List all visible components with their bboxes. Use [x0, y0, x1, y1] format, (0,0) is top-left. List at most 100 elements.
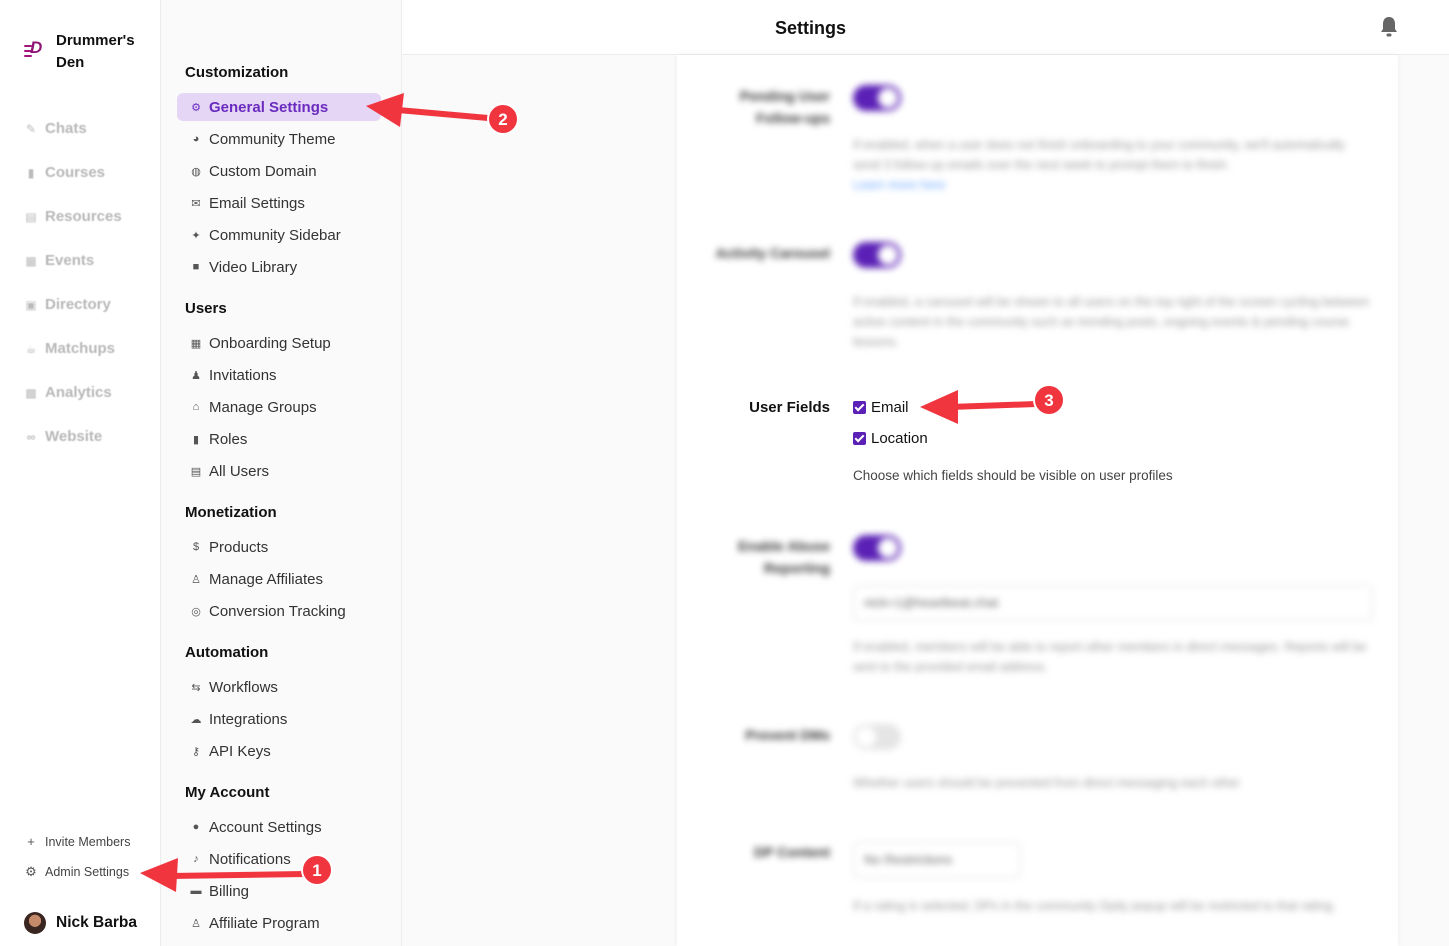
abuse-reporting-label: Enable Abuse Reporting [737, 538, 830, 576]
chart-icon: ▩ [25, 385, 37, 400]
prevent-dms-toggle[interactable] [853, 724, 901, 750]
nav-label: Workflows [209, 678, 278, 696]
prevent-dms-help: Whether users should be prevented from d… [853, 776, 1241, 790]
checkbox-label: Email [871, 399, 909, 416]
abuse-email-input[interactable]: nick+1@heartbeat.chat [853, 585, 1373, 621]
nav-account-settings[interactable]: ● Account Settings [177, 813, 381, 841]
learn-more-link[interactable]: Learn more here [853, 178, 945, 192]
nav-invitations[interactable]: ♟ Invitations [177, 361, 381, 389]
rail-item-chats[interactable]: ✎ Chats [24, 120, 87, 137]
avatar [24, 912, 46, 934]
link-icon: ∞ [26, 429, 36, 444]
nav-label: General Settings [209, 98, 329, 116]
nav-video-library[interactable]: ■ Video Library [177, 253, 381, 281]
brand-logo-icon: D [24, 38, 48, 60]
nav-label: Affiliate Program [209, 914, 320, 932]
nav-integrations[interactable]: ☁ Integrations [177, 705, 381, 733]
gear-icon: ⚙ [191, 101, 201, 114]
handshake-icon: ♙ [191, 917, 201, 930]
palette-icon: ◕ [192, 133, 200, 145]
nav-label: Account Settings [209, 818, 322, 836]
nav-email-settings[interactable]: ✉ Email Settings [177, 189, 381, 217]
rail-item-courses[interactable]: ▮ Courses [24, 164, 105, 181]
nav-custom-domain[interactable]: ◍ Custom Domain [177, 157, 381, 185]
nav-onboarding-setup[interactable]: ▦ Onboarding Setup [177, 329, 381, 357]
nav-general-settings[interactable]: ⚙ General Settings [177, 93, 381, 121]
user-icon: ● [192, 821, 200, 833]
nav-label: Custom Domain [209, 162, 317, 180]
nav-label: API Keys [209, 742, 271, 760]
nav-label: Products [209, 538, 269, 556]
video-icon: ■ [192, 261, 200, 273]
sparkle-icon: ✦ [191, 229, 201, 242]
rail-item-analytics[interactable]: ▩ Analytics [24, 384, 112, 401]
nav-label: Video Library [209, 258, 298, 276]
nav-conversion-tracking[interactable]: ◎ Conversion Tracking [177, 597, 381, 625]
activity-carousel-toggle[interactable] [853, 242, 901, 268]
home-icon: ⌂ [192, 401, 200, 413]
onboarding-icon: ▦ [190, 337, 202, 350]
dollar-icon: $ [192, 541, 200, 553]
user-profile[interactable]: Nick Barba [24, 912, 137, 934]
rail-item-label: Events [45, 252, 95, 269]
rail-item-label: Directory [45, 296, 111, 313]
nav-label: Onboarding Setup [209, 334, 331, 352]
community-rail: D Drummer's Den ✎ Chats ▮ Courses ▤ Reso… [0, 0, 161, 946]
rail-item-events[interactable]: ▦ Events [24, 252, 94, 269]
pencil-icon: ✎ [25, 121, 37, 136]
user-name: Nick Barba [56, 914, 137, 931]
coffee-icon: ☕ [25, 341, 37, 356]
invite-members-button[interactable]: + Invite Members [24, 834, 130, 849]
bell-icon[interactable] [1379, 16, 1399, 38]
nav-community-sidebar[interactable]: ✦ Community Sidebar [177, 221, 381, 249]
nav-api-keys[interactable]: ⚷ API Keys [177, 737, 381, 765]
brand[interactable]: D Drummer's Den [24, 30, 146, 74]
nav-manage-affiliates[interactable]: ♙ Manage Affiliates [177, 565, 381, 593]
nav-label: Billing [209, 882, 250, 900]
bookmark-icon: ▮ [192, 433, 200, 446]
checkbox-checked-icon [853, 432, 866, 445]
gear-icon: ⚙ [25, 864, 37, 879]
section-monetization: Monetization [185, 504, 277, 521]
rail-item-label: Courses [45, 164, 106, 181]
calendar-icon: ▦ [25, 253, 37, 268]
rail-item-matchups[interactable]: ☕ Matchups [24, 340, 115, 357]
nav-label: All Users [209, 462, 270, 480]
nav-community-theme[interactable]: ◕ Community Theme [177, 125, 381, 153]
nav-workflows[interactable]: ⇆ Workflows [177, 673, 381, 701]
rail-item-label: Analytics [45, 384, 112, 401]
activity-carousel-help: If enabled, a carousel will be shown to … [853, 295, 1370, 349]
user-fields-label: User Fields [749, 399, 830, 416]
nav-roles[interactable]: ▮ Roles [177, 425, 381, 453]
section-automation: Automation [185, 644, 269, 661]
rail-item-website[interactable]: ∞ Website [24, 428, 103, 445]
bell-icon: ♪ [193, 853, 199, 865]
nav-label: Manage Affiliates [209, 570, 323, 588]
section-my-account: My Account [185, 784, 270, 801]
nav-label: Manage Groups [209, 398, 317, 416]
dp-content-help: If a rating is selected, DPs in the comm… [853, 899, 1336, 913]
location-field-checkbox[interactable]: Location [853, 430, 928, 447]
activity-carousel-label: Activity Carousel [715, 245, 830, 261]
email-field-checkbox[interactable]: Email [853, 399, 909, 416]
rail-item-resources[interactable]: ▤ Resources [24, 208, 121, 225]
nav-manage-groups[interactable]: ⌂ Manage Groups [177, 393, 381, 421]
rail-item-directory[interactable]: ▣ Directory [24, 296, 111, 313]
pending-followups-help: If enabled, when a user does not finish … [853, 138, 1346, 192]
nav-notifications[interactable]: ♪ Notifications [177, 845, 381, 873]
nav-affiliate-program[interactable]: ♙ Affiliate Program [177, 909, 381, 937]
user-plus-icon: ♟ [191, 369, 201, 382]
book-icon: ▮ [27, 165, 35, 180]
pending-followups-toggle[interactable] [853, 85, 901, 111]
document-icon: ▤ [25, 209, 37, 224]
prevent-dms-label: Prevent DMs [745, 727, 830, 743]
abuse-reporting-toggle[interactable] [853, 535, 901, 561]
contacts-icon: ▣ [25, 297, 37, 312]
nav-label: Notifications [209, 850, 291, 868]
admin-settings-button[interactable]: ⚙ Admin Settings [24, 864, 129, 880]
nav-products[interactable]: $ Products [177, 533, 381, 561]
settings-content: Pending User Follow-ups If enabled, when… [402, 55, 1449, 946]
nav-billing[interactable]: ▬ Billing [177, 877, 381, 905]
nav-all-users[interactable]: ▤ All Users [177, 457, 381, 485]
dp-content-select[interactable]: No Restrictions [853, 842, 1021, 878]
